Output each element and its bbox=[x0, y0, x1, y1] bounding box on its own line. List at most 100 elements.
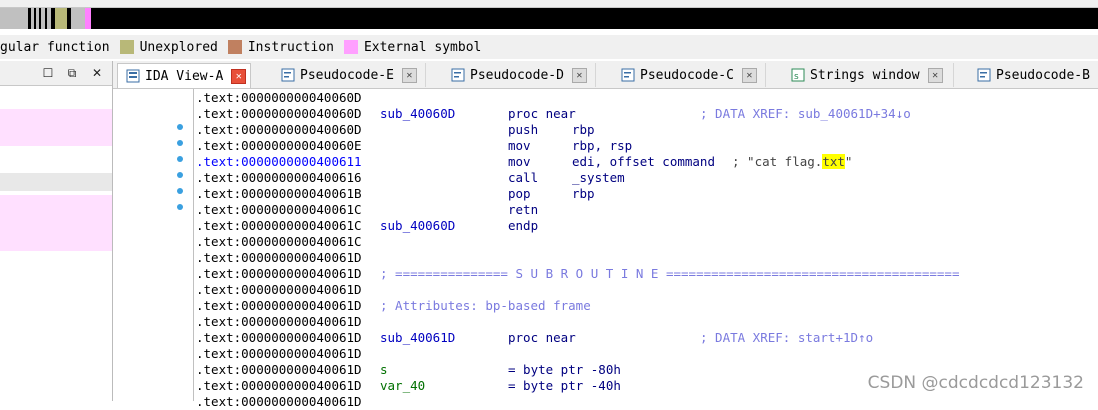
line-address: .text:000000000040060E bbox=[196, 138, 362, 153]
line-address: .text:000000000040061D bbox=[196, 362, 362, 377]
list-item[interactable] bbox=[0, 109, 112, 146]
code-line[interactable]: .text:000000000040061D ; =============== … bbox=[196, 266, 1096, 282]
svg-text:s: s bbox=[794, 72, 799, 82]
code-line[interactable]: .text:000000000040061D bbox=[196, 282, 1096, 298]
line-comment: ; DATA XREF: sub_40061D+34↓o bbox=[700, 106, 911, 121]
line-comment: ; =============== S U B R O U T I N E ==… bbox=[380, 266, 960, 281]
line-address: .text:0000000000400611 bbox=[196, 154, 362, 169]
code-line[interactable]: .text:000000000040060E mov rbp, rsp bbox=[196, 138, 1096, 154]
code-line[interactable]: .text:000000000040060D push rbp bbox=[196, 122, 1096, 138]
close-button[interactable]: ✕ bbox=[89, 65, 105, 81]
instruction-operands[interactable]: _system bbox=[572, 170, 625, 186]
line-address: .text:000000000040061C bbox=[196, 218, 362, 233]
functions-pane[interactable] bbox=[0, 61, 113, 401]
tab-strings-window[interactable]: s Strings window ✕ bbox=[783, 63, 954, 87]
code-line[interactable]: .text:000000000040061C bbox=[196, 234, 1096, 250]
restore-button[interactable]: ☐ bbox=[40, 65, 56, 81]
function-label[interactable]: sub_40060D bbox=[380, 218, 455, 234]
legend-item-external-symbol: External symbol bbox=[334, 40, 481, 55]
line-comment: ; Attributes: bp-based frame bbox=[380, 298, 591, 313]
list-item[interactable] bbox=[0, 173, 112, 191]
instruction-operands[interactable]: rbp bbox=[572, 122, 595, 138]
code-line[interactable]: .text:000000000040060D bbox=[196, 90, 1096, 106]
line-address: .text:000000000040061D bbox=[196, 346, 362, 361]
pseudocode-icon bbox=[451, 68, 465, 82]
instruction-mnemonic[interactable]: proc near bbox=[508, 106, 576, 122]
close-tab-icon[interactable]: ✕ bbox=[231, 68, 247, 84]
instruction-mnemonic[interactable]: push bbox=[508, 122, 538, 138]
line-address: .text:000000000040061D bbox=[196, 250, 362, 265]
code-line[interactable]: .text:000000000040061C sub_40060D endp bbox=[196, 218, 1096, 234]
instruction-operands[interactable]: edi, offset command bbox=[572, 154, 715, 170]
breakpoint-gutter[interactable] bbox=[113, 89, 193, 401]
pseudocode-icon bbox=[281, 68, 295, 82]
instruction-mnemonic[interactable]: pop bbox=[508, 186, 531, 202]
breakpoint-dot-icon[interactable] bbox=[177, 188, 183, 194]
instruction-mnemonic[interactable]: proc near bbox=[508, 330, 576, 346]
code-line[interactable]: .text:000000000040061D bbox=[196, 314, 1096, 330]
pseudocode-icon bbox=[621, 68, 635, 82]
instruction-mnemonic[interactable]: endp bbox=[508, 218, 538, 234]
code-line[interactable]: .text:0000000000400616 call _system bbox=[196, 170, 1096, 186]
disassembly-view[interactable]: .text:000000000040060D .text:000000000040… bbox=[113, 89, 1098, 409]
breakpoint-dot-icon[interactable] bbox=[177, 140, 183, 146]
line-address: .text:0000000000400616 bbox=[196, 170, 362, 185]
line-address: .text:000000000040061C bbox=[196, 234, 362, 249]
line-address: .text:000000000040061D bbox=[196, 298, 362, 313]
code-line[interactable]: .text:000000000040061D bbox=[196, 346, 1096, 362]
tab-pseudocode-e[interactable]: Pseudocode-E ✕ bbox=[273, 63, 426, 87]
breakpoint-dot-icon[interactable] bbox=[177, 172, 183, 178]
function-label[interactable]: sub_40061D bbox=[380, 330, 455, 346]
stack-variable-name[interactable]: var_40 bbox=[380, 378, 425, 394]
ida-view-icon bbox=[126, 69, 140, 83]
instruction-mnemonic[interactable]: call bbox=[508, 170, 538, 186]
code-line[interactable]: .text:000000000040061D bbox=[196, 250, 1096, 266]
tab-pseudocode-d[interactable]: Pseudocode-D ✕ bbox=[443, 63, 596, 87]
close-tab-icon[interactable]: ✕ bbox=[741, 67, 757, 83]
gutter-separator bbox=[193, 89, 194, 401]
code-line[interactable]: .text:000000000040061C retn bbox=[196, 202, 1096, 218]
tab-pseudocode-c[interactable]: Pseudocode-C ✕ bbox=[613, 63, 766, 87]
instruction-operands[interactable]: rbp, rsp bbox=[572, 138, 632, 154]
functions-pane-header: ☐ ⧉ ✕ bbox=[0, 61, 112, 86]
stack-variable-name[interactable]: s bbox=[380, 362, 388, 378]
code-line[interactable]: .text:000000000040060D sub_40060D proc nea… bbox=[196, 106, 1096, 122]
line-address: .text:000000000040061D bbox=[196, 378, 362, 393]
instruction-mnemonic[interactable]: retn bbox=[508, 202, 538, 218]
tab-ida-view-a[interactable]: IDA View-A ✕ bbox=[117, 63, 251, 88]
legend-item-instruction: Instruction bbox=[218, 40, 334, 55]
breakpoint-dot-icon[interactable] bbox=[177, 156, 183, 162]
legend: gular function Unexplored Instruction Ex… bbox=[0, 35, 1098, 59]
line-address: .text:000000000040061D bbox=[196, 330, 362, 345]
instruction-mnemonic[interactable]: mov bbox=[508, 138, 531, 154]
code-line[interactable]: .text:000000000040061B pop rbp bbox=[196, 186, 1096, 202]
close-tab-icon[interactable]: ✕ bbox=[401, 67, 417, 83]
code-line[interactable]: .text:0000000000400611 mov edi, offset com… bbox=[196, 154, 1096, 170]
line-comment: ; "cat flag.txt" bbox=[732, 154, 853, 169]
instruction-mnemonic[interactable]: = byte ptr -40h bbox=[508, 378, 621, 394]
instruction-swatch bbox=[227, 40, 242, 54]
tab-pseudocode-b[interactable]: Pseudocode-B bbox=[969, 63, 1098, 87]
close-tab-icon[interactable]: ✕ bbox=[571, 67, 587, 83]
external-symbol-swatch bbox=[343, 40, 358, 54]
close-tab-icon[interactable]: ✕ bbox=[927, 67, 943, 83]
breakpoint-dot-icon[interactable] bbox=[177, 204, 183, 210]
float-button[interactable]: ⧉ bbox=[64, 65, 80, 81]
line-address: .text:000000000040060D bbox=[196, 122, 362, 137]
line-address: .text:000000000040061D bbox=[196, 282, 362, 297]
code-line[interactable]: .text:000000000040061D bbox=[196, 394, 1096, 410]
code-line[interactable]: .text:000000000040061D sub_40061D proc nea… bbox=[196, 330, 1096, 346]
pseudocode-icon bbox=[977, 68, 991, 82]
list-item[interactable] bbox=[0, 195, 112, 251]
tab-bar: IDA View-A ✕ Pseudocode-E ✕ Pseudocode-D… bbox=[113, 61, 1098, 89]
legend-item-unexplored: Unexplored bbox=[110, 40, 218, 55]
breakpoint-dot-icon[interactable] bbox=[177, 124, 183, 130]
code-line[interactable]: .text:000000000040061D ; Attributes: bp-b… bbox=[196, 298, 1096, 314]
function-label[interactable]: sub_40060D bbox=[380, 106, 455, 122]
navigation-band[interactable] bbox=[0, 8, 1098, 29]
instruction-mnemonic[interactable]: mov bbox=[508, 154, 531, 170]
line-address: .text:000000000040060D bbox=[196, 90, 362, 105]
instruction-operands[interactable]: rbp bbox=[572, 186, 595, 202]
line-address: .text:000000000040061D bbox=[196, 266, 362, 281]
instruction-mnemonic[interactable]: = byte ptr -80h bbox=[508, 362, 621, 378]
